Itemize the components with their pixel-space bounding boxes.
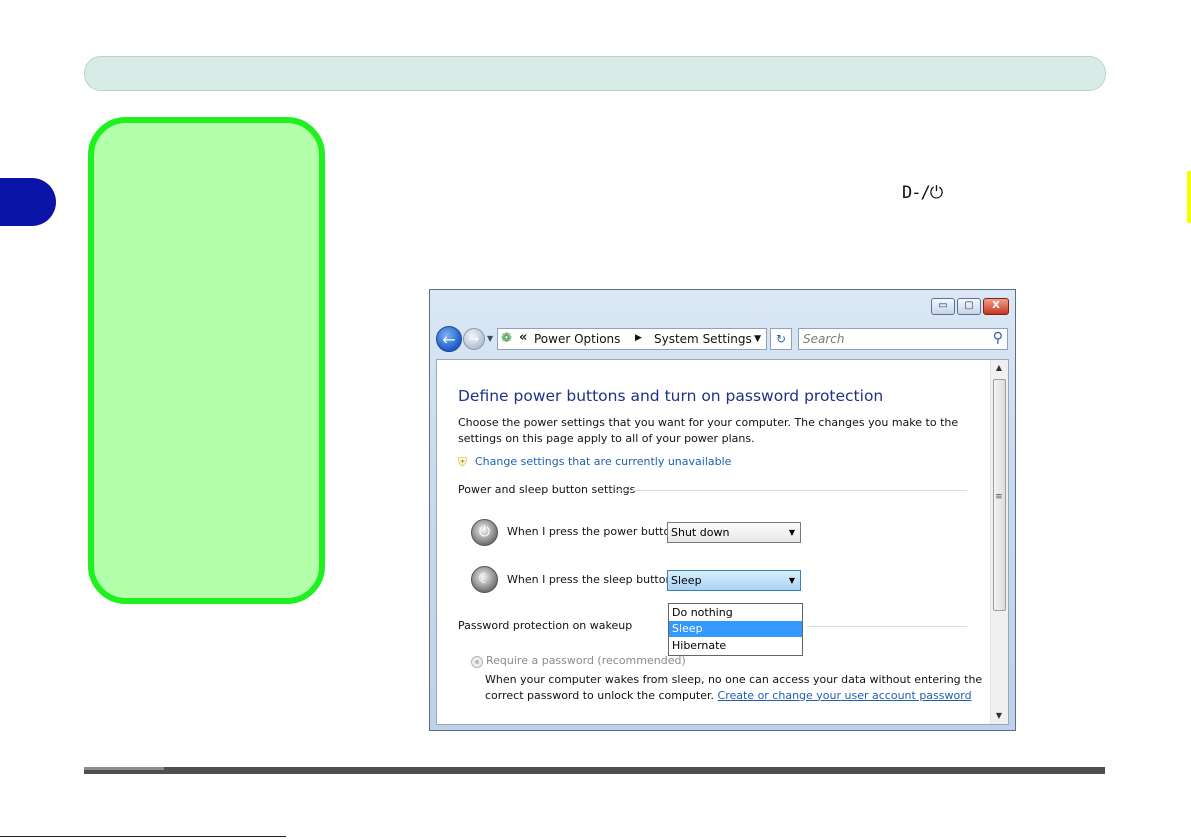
adapter-power-icon: D-/⏻: [902, 183, 943, 203]
power-options-window: ▭ ▢ X ← → ▼ ❁ « Power Options ▶ System S…: [429, 289, 1016, 731]
forward-arrow-icon[interactable]: →: [463, 328, 485, 350]
section-divider: [807, 626, 967, 627]
option-sleep[interactable]: Sleep: [669, 621, 802, 637]
sleep-button-dropdown[interactable]: Sleep ▼: [667, 570, 801, 591]
vertical-scrollbar[interactable]: ▲ ≡ ▼: [990, 360, 1008, 724]
password-description: When your computer wakes from sleep, no …: [485, 672, 985, 703]
sleep-button-value: Sleep: [671, 574, 702, 587]
breadcrumb-separator-icon[interactable]: ▶: [635, 333, 642, 343]
power-button-value: Shut down: [671, 526, 730, 539]
sleep-button-icon: ☾: [471, 566, 498, 593]
sidebar-note-box: [88, 117, 325, 604]
edge-marker: [1187, 171, 1191, 223]
search-icon[interactable]: ⚲: [993, 330, 1003, 346]
window-controls: ▭ ▢ X: [931, 298, 1009, 315]
refresh-icon[interactable]: ↻: [770, 328, 792, 350]
maximize-button[interactable]: ▢: [957, 298, 981, 315]
control-panel-icon: ❁: [501, 331, 512, 346]
option-do-nothing[interactable]: Do nothing: [669, 605, 802, 621]
page-title: Define power buttons and turn on passwor…: [458, 387, 884, 405]
chevron-down-icon: ▼: [788, 528, 795, 537]
page-description: Choose the power settings that you want …: [458, 416, 959, 445]
content-pane: ▲ ≡ ▼ Define power buttons and turn on p…: [436, 359, 1009, 725]
section-divider: [615, 490, 967, 491]
power-button-dropdown[interactable]: Shut down ▼: [667, 522, 801, 543]
address-dropdown-icon[interactable]: ▼: [754, 334, 761, 344]
scroll-thumb[interactable]: ≡: [993, 379, 1006, 611]
change-settings-link[interactable]: Change settings that are currently unava…: [475, 455, 731, 468]
power-sleep-section-title: Power and sleep button settings: [458, 483, 636, 496]
scroll-grip-icon: ≡: [995, 492, 1003, 502]
nav-history-chevron-down-icon[interactable]: ▼: [487, 334, 493, 343]
address-bar[interactable]: ❁ « Power Options ▶ System Settings ▼: [497, 328, 767, 350]
uac-shield-icon: ⛨: [458, 455, 468, 469]
search-input[interactable]: Search ⚲: [798, 328, 1008, 350]
require-password-radio[interactable]: [471, 656, 483, 668]
search-placeholder: Search: [803, 332, 845, 346]
page-header-bar: [84, 56, 1106, 91]
breadcrumb-system-settings[interactable]: System Settings: [654, 332, 752, 346]
require-password-label: Require a password (recommended): [486, 654, 686, 667]
close-button[interactable]: X: [983, 298, 1009, 315]
breadcrumb-power-options[interactable]: Power Options: [534, 332, 620, 346]
footer-rule-highlight: [84, 767, 164, 770]
scroll-down-icon[interactable]: ▼: [991, 708, 1007, 724]
power-button-icon: ⏻: [471, 519, 498, 546]
bottom-line: [0, 836, 286, 837]
minimize-button[interactable]: ▭: [931, 298, 955, 315]
option-hibernate[interactable]: Hibernate: [669, 638, 802, 654]
sleep-options-list: Do nothing Sleep Hibernate: [668, 603, 803, 656]
footer-rule: [84, 767, 1105, 774]
scroll-up-icon[interactable]: ▲: [991, 360, 1007, 376]
back-arrow-icon[interactable]: ←: [436, 326, 462, 352]
create-password-link[interactable]: Create or change your user account passw…: [718, 689, 972, 702]
address-overflow-chevron-icon[interactable]: «: [519, 330, 527, 345]
chevron-down-icon: ▼: [788, 576, 795, 585]
sleep-button-label: When I press the sleep button:: [507, 573, 677, 586]
power-button-label: When I press the power button:: [507, 525, 681, 538]
password-section-title: Password protection on wakeup: [458, 619, 633, 632]
chapter-tab: [0, 178, 56, 226]
